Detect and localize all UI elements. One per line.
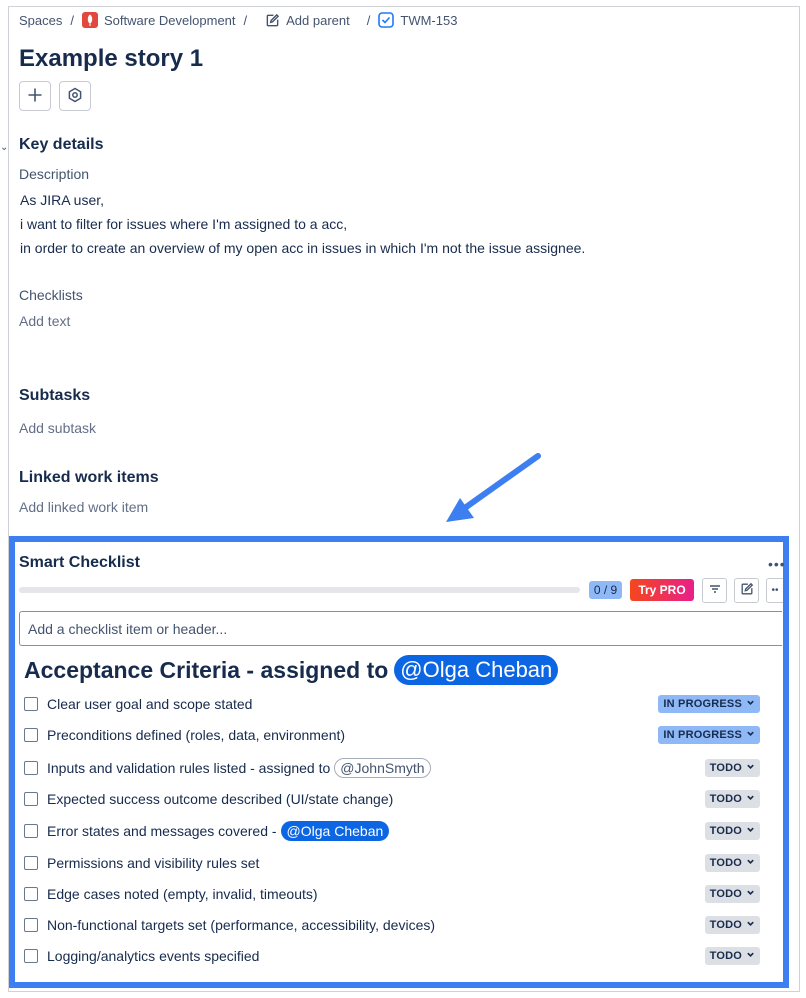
checklist-item-text[interactable]: Clear user goal and scope stated	[47, 696, 252, 712]
add-button[interactable]	[19, 81, 51, 111]
checklist-checkbox[interactable]	[24, 761, 38, 775]
checklist-item: Logging/analytics events specified TODO	[24, 945, 760, 967]
status-dropdown[interactable]: TODO	[704, 916, 760, 934]
checklist-item: Non-functional targets set (performance,…	[24, 914, 760, 936]
status-dropdown[interactable]: TODO	[704, 822, 760, 840]
checklist-more-button[interactable]: ••	[766, 578, 783, 603]
try-pro-button[interactable]: Try PRO	[630, 579, 694, 601]
add-parent-button[interactable]: Add parent	[265, 13, 350, 28]
checklist-item-text[interactable]: Error states and messages covered - @Olga…	[47, 821, 390, 841]
mention-tag[interactable]: @JohnSmyth	[334, 758, 431, 778]
checklist-item: Edge cases noted (empty, invalid, timeou…	[24, 883, 760, 905]
checklist-item: Inputs and validation rules listed - ass…	[24, 757, 760, 779]
chevron-down-icon	[746, 857, 755, 869]
page-title[interactable]: Example story 1	[19, 45, 203, 73]
add-subtask-button[interactable]: Add subtask	[19, 420, 96, 436]
breadcrumb-separator: /	[70, 12, 74, 28]
checklist-item: Error states and messages covered - @Olga…	[24, 820, 760, 842]
chevron-down-icon	[746, 729, 755, 741]
filter-icon	[708, 582, 722, 599]
hexagon-gear-icon	[67, 87, 83, 106]
chevron-down-icon	[746, 888, 755, 900]
checklist-item: Permissions and visibility rules set TOD…	[24, 852, 760, 874]
plus-icon	[27, 87, 43, 106]
chevron-down-icon	[746, 762, 755, 774]
edit-icon	[740, 582, 754, 599]
description-label: Description	[19, 166, 90, 182]
status-dropdown[interactable]: TODO	[704, 790, 760, 808]
add-linked-work-item-button[interactable]: Add linked work item	[19, 499, 148, 515]
checklist-item: Preconditions defined (roles, data, envi…	[24, 724, 760, 746]
rocket-project-icon	[82, 12, 98, 28]
status-dropdown[interactable]: IN PROGRESS	[658, 695, 760, 713]
more-icon[interactable]: •••	[768, 556, 786, 572]
checklist-header-text: Acceptance Criteria - assigned to	[24, 656, 389, 683]
checklist-item-text[interactable]: Edge cases noted (empty, invalid, timeou…	[47, 886, 318, 902]
mention-tag[interactable]: @Olga Cheban	[394, 655, 559, 685]
filter-button[interactable]	[702, 578, 727, 603]
checklist-progress-bar	[19, 587, 580, 593]
chevron-down-icon	[746, 919, 755, 931]
checklist-progress-counter: 0 / 9	[589, 581, 622, 599]
chevron-down-icon	[746, 825, 755, 837]
checklist-checkbox[interactable]	[24, 887, 38, 901]
description-line[interactable]: i want to filter for issues where I'm as…	[20, 216, 347, 232]
status-dropdown[interactable]: TODO	[704, 759, 760, 777]
checklist-item-text[interactable]: Expected success outcome described (UI/s…	[47, 791, 393, 807]
chevron-down-icon	[746, 698, 755, 710]
checklist-item-text[interactable]: Permissions and visibility rules set	[47, 855, 259, 871]
more-icon: ••	[771, 585, 779, 596]
checklist-item-text[interactable]: Inputs and validation rules listed - ass…	[47, 758, 431, 778]
status-dropdown[interactable]: TODO	[704, 947, 760, 965]
checklist-header[interactable]: Acceptance Criteria - assigned to @Olga …	[24, 655, 559, 685]
description-line[interactable]: As JIRA user,	[20, 192, 104, 208]
breadcrumb-separator: /	[243, 12, 248, 28]
checklist-item: Clear user goal and scope stated IN PROG…	[24, 693, 760, 715]
mention-tag[interactable]: @Olga Cheban	[280, 821, 390, 841]
status-dropdown[interactable]: TODO	[704, 885, 760, 903]
apps-settings-button[interactable]	[59, 81, 91, 111]
linked-work-items-heading: Linked work items	[19, 469, 159, 486]
checklist-checkbox[interactable]	[24, 792, 38, 806]
chevron-down-icon	[746, 793, 755, 805]
status-dropdown[interactable]: TODO	[704, 854, 760, 872]
checklists-add-text[interactable]: Add text	[19, 313, 70, 329]
breadcrumb: Spaces / Software Development / Add pare…	[19, 11, 457, 29]
breadcrumb-spaces[interactable]: Spaces	[19, 13, 62, 28]
checklist-checkbox[interactable]	[24, 697, 38, 711]
checklist-checkbox[interactable]	[24, 824, 38, 838]
checklist-item-text[interactable]: Non-functional targets set (performance,…	[47, 917, 435, 933]
breadcrumb-project[interactable]: Software Development	[82, 12, 236, 28]
add-checklist-item-input[interactable]	[19, 611, 782, 646]
checklist-checkbox[interactable]	[24, 728, 38, 742]
checklist-checkbox[interactable]	[24, 918, 38, 932]
description-line[interactable]: in order to create an overview of my ope…	[20, 240, 585, 256]
checkbox-task-icon	[378, 12, 395, 28]
chevron-down-icon[interactable]: ⌄	[0, 142, 8, 153]
breadcrumb-separator: /	[366, 12, 371, 28]
subtasks-heading: Subtasks	[19, 387, 91, 404]
issue-key-label: TWM-153	[400, 12, 458, 28]
annotation-arrow-icon	[446, 453, 541, 522]
checklist-checkbox[interactable]	[24, 949, 38, 963]
smart-checklist-title: Smart Checklist	[19, 554, 140, 571]
add-parent-label: Add parent	[286, 12, 350, 28]
edit-checklist-button[interactable]	[734, 578, 759, 603]
checklist-item-text[interactable]: Logging/analytics events specified	[47, 948, 259, 964]
breadcrumb-issue-key[interactable]: TWM-153	[378, 12, 457, 28]
breadcrumb-project-label: Software Development	[104, 12, 236, 28]
checklist-item-text[interactable]: Preconditions defined (roles, data, envi…	[47, 727, 345, 743]
edit-icon	[265, 13, 280, 28]
checklist-checkbox[interactable]	[24, 856, 38, 870]
status-dropdown[interactable]: IN PROGRESS	[658, 726, 760, 744]
checklists-label: Checklists	[19, 287, 83, 303]
key-details-heading[interactable]: Key details	[19, 136, 103, 154]
checklist-item: Expected success outcome described (UI/s…	[24, 788, 760, 810]
chevron-down-icon	[746, 950, 755, 962]
